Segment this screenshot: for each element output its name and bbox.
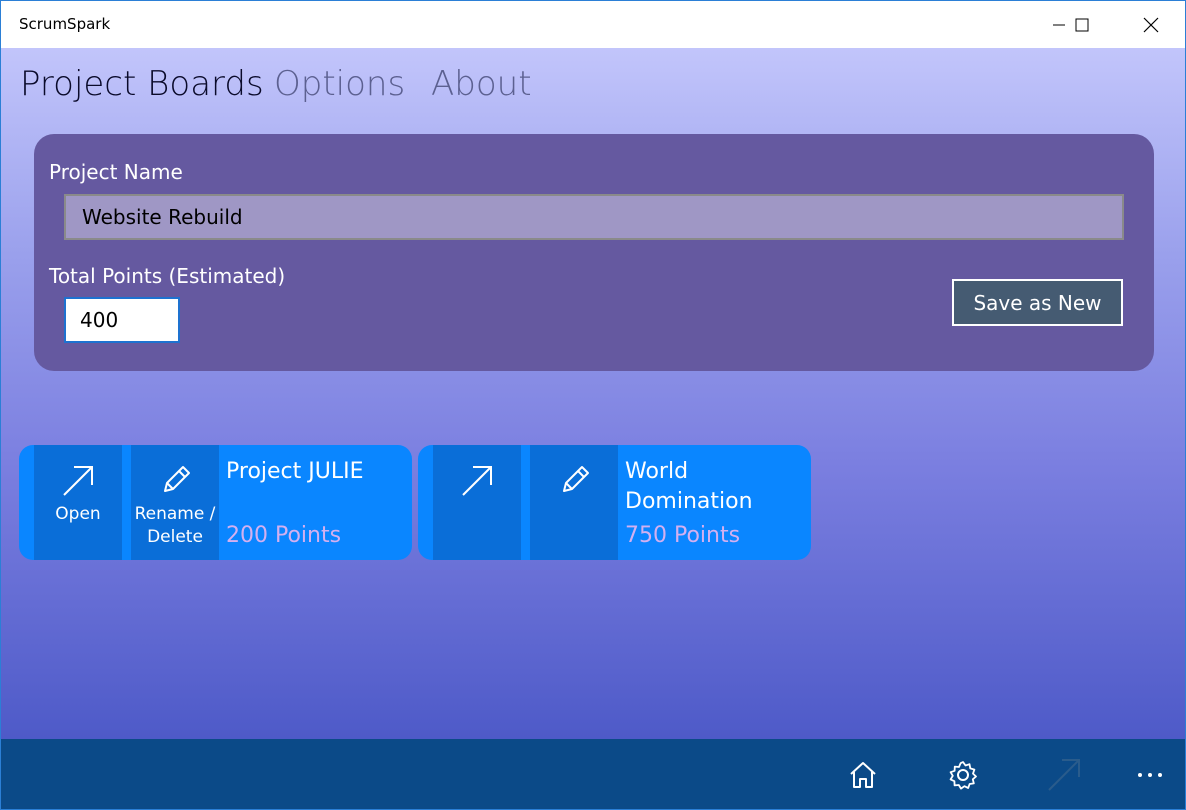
- open-project-button[interactable]: [433, 445, 521, 560]
- pencil-icon: [563, 466, 589, 492]
- total-points-input[interactable]: [64, 297, 180, 343]
- app-window: ScrumSpark Project Boards Options About …: [0, 0, 1186, 810]
- pencil-icon: [164, 466, 190, 492]
- project-name-input[interactable]: [64, 194, 1124, 240]
- rename-delete-button[interactable]: Rename / Delete: [131, 445, 219, 560]
- rename-delete-button[interactable]: [530, 445, 618, 560]
- open-arrow-icon: [462, 466, 492, 496]
- project-card: Open Rename / Delete Project JULIE 200 P…: [19, 445, 412, 560]
- open-arrow-icon: [63, 466, 93, 496]
- total-points-label: Total Points (Estimated): [49, 264, 286, 288]
- project-card: World Domination 750 Points: [418, 445, 811, 560]
- home-button[interactable]: [841, 753, 885, 797]
- delete-label: Delete: [147, 527, 203, 547]
- open-project-button[interactable]: Open: [34, 445, 122, 560]
- maximize-button[interactable]: [1059, 1, 1105, 48]
- main-content: Project Boards Options About Project Nam…: [1, 48, 1185, 739]
- save-as-new-button[interactable]: Save as New: [952, 279, 1123, 326]
- project-points: 200 Points: [226, 523, 342, 548]
- close-icon: [1143, 17, 1159, 32]
- tab-project-boards[interactable]: Project Boards: [20, 64, 264, 104]
- rename-label: Rename /: [134, 504, 216, 524]
- close-button[interactable]: [1128, 1, 1174, 48]
- more-icon: [1138, 773, 1162, 777]
- app-title: ScrumSpark: [19, 15, 111, 33]
- title-bar: ScrumSpark: [1, 1, 1185, 48]
- tab-about[interactable]: About: [431, 64, 532, 104]
- bottom-command-bar: [1, 739, 1185, 809]
- open-arrow-icon: [1048, 759, 1080, 791]
- project-title: World Domination: [625, 459, 753, 514]
- maximize-icon: [1075, 18, 1089, 31]
- settings-button[interactable]: [941, 753, 985, 797]
- project-title: Project JULIE: [226, 459, 364, 484]
- tab-options[interactable]: Options: [274, 64, 405, 104]
- open-label: Open: [55, 504, 101, 524]
- project-form-panel: Project Name Total Points (Estimated) Sa…: [34, 134, 1154, 371]
- home-icon: [850, 762, 876, 788]
- project-points: 750 Points: [625, 523, 741, 548]
- settings-icon: [949, 761, 977, 790]
- more-button[interactable]: [1128, 753, 1172, 797]
- project-name-label: Project Name: [49, 160, 183, 184]
- open-board-button[interactable]: [1042, 753, 1086, 797]
